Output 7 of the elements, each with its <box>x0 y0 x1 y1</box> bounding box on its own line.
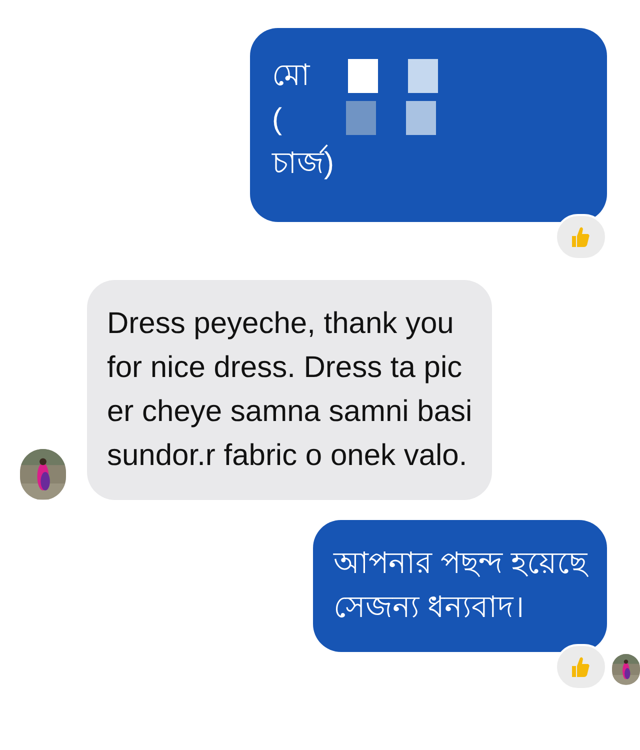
message-text: চার্জ) <box>272 144 334 184</box>
message-text: মো <box>272 58 310 94</box>
thumbs-up-icon <box>571 226 591 248</box>
thumbs-up-icon <box>571 656 591 678</box>
message-text: Dress peyeche, thank you for nice dress. Dress ta pic er cheye samna samni basi sundor.r fabric o onek valo. <box>107 306 472 474</box>
message-text: আপনার পছন্দ হয়েছে সেজন্য ধন্যবাদ। <box>333 546 587 626</box>
message-text: ( <box>272 102 282 138</box>
